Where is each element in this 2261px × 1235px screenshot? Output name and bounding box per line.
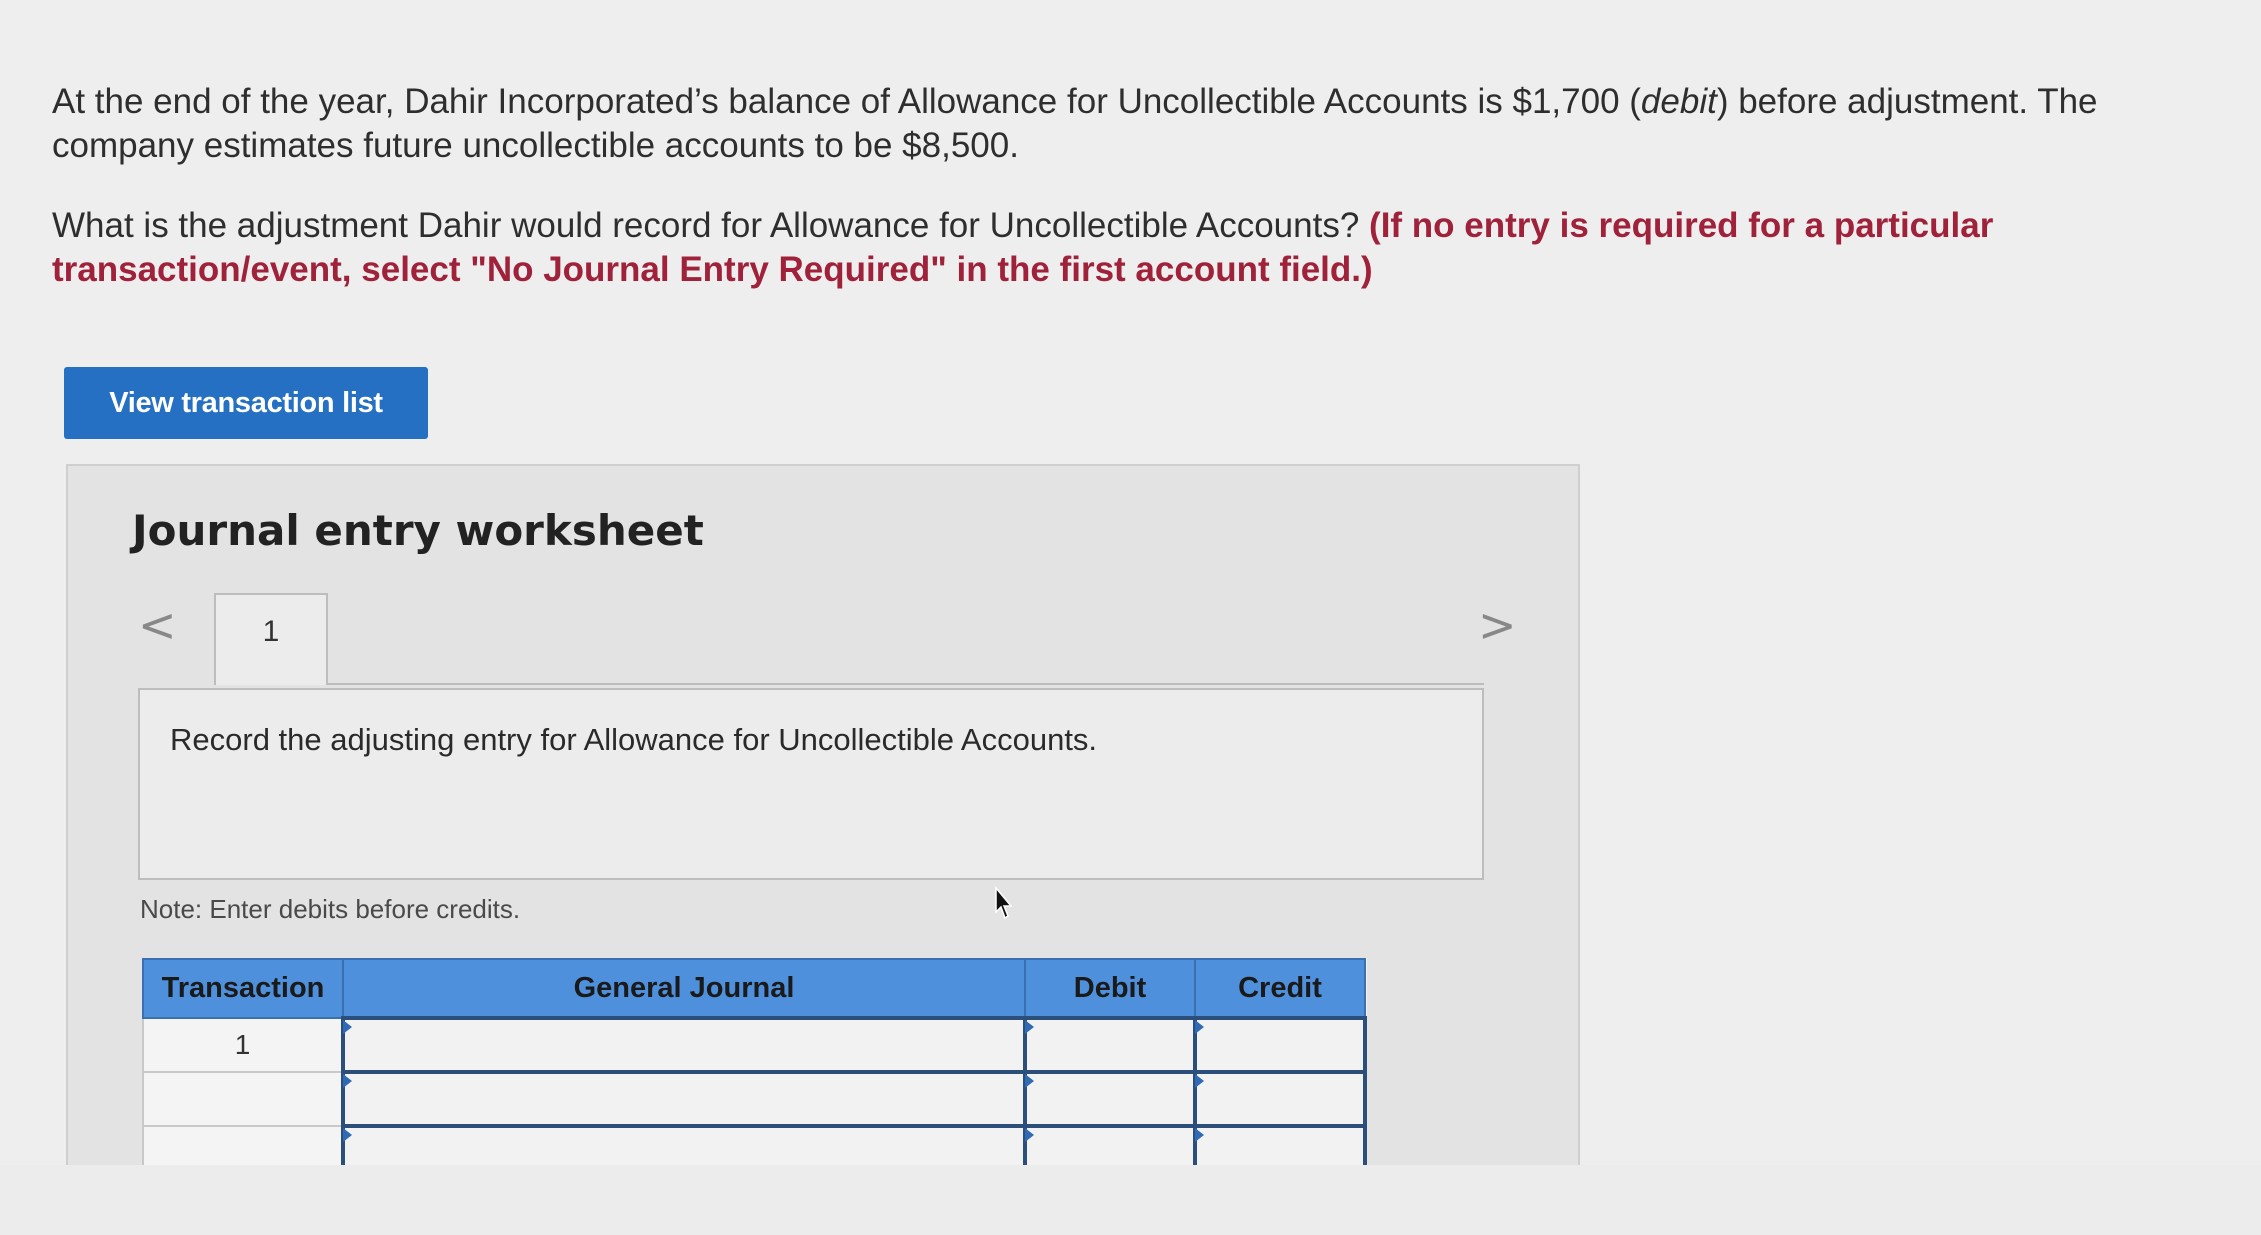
credit-input[interactable]	[1193, 1070, 1367, 1128]
header-general-journal: General Journal	[342, 958, 1026, 1019]
table-row: 1	[142, 1016, 1367, 1074]
question-paragraph-2: What is the adjustment Dahir would recor…	[52, 204, 2212, 292]
transaction-cell: 1	[142, 1017, 344, 1073]
credit-input[interactable]	[1193, 1016, 1367, 1074]
page-bottom-background	[0, 1165, 2261, 1235]
tab-divider	[328, 683, 1484, 685]
record-instruction-box: Record the adjusting entry for Allowance…	[138, 688, 1484, 880]
header-debit: Debit	[1024, 958, 1196, 1019]
journal-table: Transaction General Journal Debit Credit…	[142, 958, 1367, 1182]
chevron-right-icon[interactable]: >	[1478, 598, 1517, 652]
view-transaction-list-button[interactable]: View transaction list	[64, 367, 428, 439]
table-row	[142, 1070, 1367, 1128]
chevron-left-icon[interactable]: <	[138, 598, 177, 652]
worksheet-title: Journal entry worksheet	[132, 506, 704, 555]
tab-entry-1[interactable]: 1	[214, 593, 328, 685]
debit-input[interactable]	[1023, 1070, 1197, 1128]
debit-emphasis: debit	[1640, 82, 1717, 121]
header-transaction: Transaction	[142, 958, 344, 1019]
table-header-row: Transaction General Journal Debit Credit	[142, 958, 1366, 1019]
transaction-cell	[142, 1071, 344, 1127]
question-paragraph-1: At the end of the year, Dahir Incorporat…	[52, 80, 2212, 168]
entry-note: Note: Enter debits before credits.	[140, 894, 521, 924]
question-text: At the end of the year, Dahir Incorporat…	[52, 80, 2212, 292]
record-instruction-text: Record the adjusting entry for Allowance…	[170, 722, 1098, 757]
debit-input[interactable]	[1023, 1016, 1197, 1074]
question-text-part: At the end of the year, Dahir Incorporat…	[52, 82, 1641, 121]
account-dropdown[interactable]	[341, 1070, 1027, 1128]
mouse-pointer-icon	[995, 886, 1012, 920]
question-prompt: What is the adjustment Dahir would recor…	[52, 206, 1360, 245]
account-dropdown[interactable]	[341, 1016, 1027, 1074]
header-credit: Credit	[1194, 958, 1366, 1019]
